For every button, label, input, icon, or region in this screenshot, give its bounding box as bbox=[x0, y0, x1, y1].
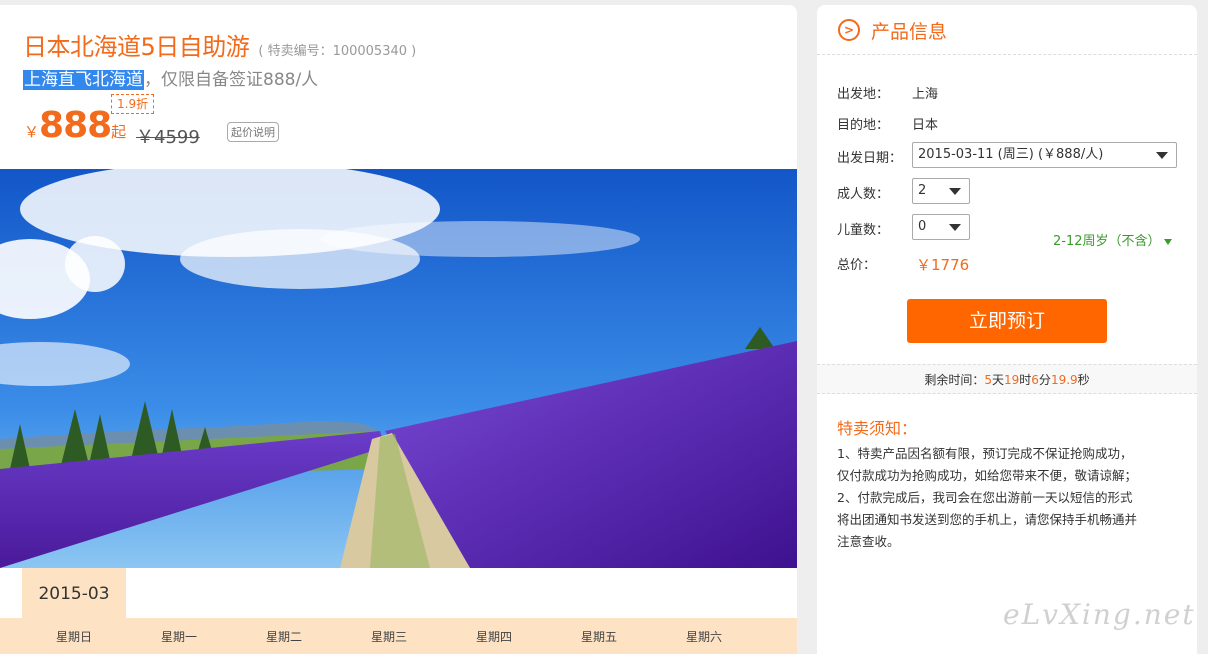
lavender-field-image bbox=[0, 169, 797, 568]
product-number: ( 特卖编号：100005340 ) bbox=[258, 44, 417, 59]
weekday-tue: 星期二 bbox=[265, 630, 302, 644]
title-row: 日本北海道5日自助游 ( 特卖编号：100005340 ) bbox=[23, 27, 416, 62]
chevron-down-icon bbox=[1156, 152, 1168, 159]
date-label: 出发日期： bbox=[837, 151, 903, 166]
calendar-weekday-bar: 星期日 星期一 星期二 星期三 星期四 星期五 星期六 bbox=[0, 618, 797, 654]
book-now-button[interactable]: 立即预订 bbox=[907, 299, 1107, 343]
departure-label: 出发地： bbox=[837, 87, 890, 102]
weekday-sun: 星期日 bbox=[55, 630, 92, 644]
adults-select[interactable]: 2 bbox=[912, 178, 970, 204]
countdown-timer: 剩余时间：5天19时6分19.9秒 bbox=[817, 364, 1197, 394]
product-info-panel: > 产品信息 出发地： 上海 目的地： 日本 出发日期： 2015-03-11 … bbox=[817, 5, 1197, 654]
chevron-right-circle-icon: > bbox=[838, 19, 860, 41]
price: ￥888起 bbox=[24, 105, 126, 146]
chevron-down-icon bbox=[949, 224, 961, 231]
destination-value: 日本 bbox=[912, 118, 939, 133]
calendar-month-tab[interactable]: 2015-03 bbox=[22, 568, 126, 618]
timer-label: 剩余时间： bbox=[924, 373, 985, 387]
weekday-thu: 星期四 bbox=[475, 630, 512, 644]
child-age-note[interactable]: 2-12周岁（不含） bbox=[1053, 230, 1172, 249]
calendar-month-bar: 2015-03 bbox=[0, 568, 797, 618]
notice-line: 仅付款成功为抢购成功，如给您带来不便，敬请谅解； bbox=[837, 468, 1138, 483]
info-header: > 产品信息 bbox=[817, 5, 1197, 55]
departure-date-value: 2015-03-11 (周三) (￥888/人) bbox=[918, 147, 1104, 162]
child-age-text: 2-12周岁（不含） bbox=[1053, 234, 1161, 249]
weekday-mon: 星期一 bbox=[160, 630, 197, 644]
product-title: 日本北海道5日自助游 bbox=[23, 33, 250, 61]
children-select[interactable]: 0 bbox=[912, 214, 970, 240]
price-value: 888 bbox=[39, 105, 112, 146]
price-note-button[interactable]: 起价说明 bbox=[227, 122, 279, 142]
weekday-fri: 星期五 bbox=[580, 630, 617, 644]
timer-hours: 19 bbox=[1003, 373, 1020, 387]
price-suffix: 起 bbox=[111, 123, 127, 141]
product-photo bbox=[0, 169, 797, 568]
info-title: 产品信息 bbox=[871, 21, 948, 43]
adults-label: 成人数： bbox=[837, 187, 890, 202]
product-panel: 日本北海道5日自助游 ( 特卖编号：100005340 ) 上海直飞北海道，仅限… bbox=[0, 5, 797, 654]
caret-down-icon bbox=[1163, 238, 1172, 245]
product-subtitle: 上海直飞北海道，仅限自备签证888/人 bbox=[23, 65, 318, 90]
total-label: 总价： bbox=[837, 258, 877, 273]
adults-value: 2 bbox=[918, 183, 927, 198]
destination-label: 目的地： bbox=[837, 118, 890, 133]
weekday-wed: 星期三 bbox=[370, 630, 407, 644]
subtitle-rest: ，仅限自备签证888/人 bbox=[144, 70, 319, 90]
total-price: ￥1776 bbox=[916, 256, 970, 274]
timer-seconds-unit: 秒 bbox=[1077, 373, 1090, 387]
notice-line: 注意查收。 bbox=[837, 534, 900, 549]
notice-line: 将出团通知书发送到您的手机上，请您保持手机畅通并 bbox=[837, 512, 1138, 527]
children-value: 0 bbox=[918, 219, 927, 234]
timer-minutes-unit: 分 bbox=[1038, 373, 1051, 387]
original-price: ￥4599 bbox=[136, 127, 200, 148]
timer-days: 5 bbox=[984, 373, 992, 387]
departure-value: 上海 bbox=[912, 87, 939, 102]
subtitle-highlight: 上海直飞北海道 bbox=[23, 70, 144, 90]
departure-date-select[interactable]: 2015-03-11 (周三) (￥888/人) bbox=[912, 142, 1177, 168]
price-currency: ￥ bbox=[24, 123, 40, 141]
children-label: 儿童数： bbox=[837, 223, 890, 238]
chevron-down-icon bbox=[949, 188, 961, 195]
notice-line: 2、付款完成后，我司会在您出游前一天以短信的形式 bbox=[837, 490, 1133, 505]
timer-seconds: 19.9 bbox=[1050, 373, 1078, 387]
watermark: eLvXing.net bbox=[1003, 598, 1196, 631]
timer-hours-unit: 时 bbox=[1019, 373, 1032, 387]
weekday-sat: 星期六 bbox=[685, 630, 722, 644]
notice-title: 特卖须知： bbox=[837, 419, 918, 438]
timer-days-unit: 天 bbox=[991, 373, 1004, 387]
timer-minutes: 6 bbox=[1031, 373, 1039, 387]
notice-line: 1、特卖产品因名额有限，预订完成不保证抢购成功， bbox=[837, 446, 1133, 461]
notice-body: 1、特卖产品因名额有限，预订完成不保证抢购成功， 仅付款成功为抢购成功，如给您带… bbox=[837, 443, 1182, 553]
